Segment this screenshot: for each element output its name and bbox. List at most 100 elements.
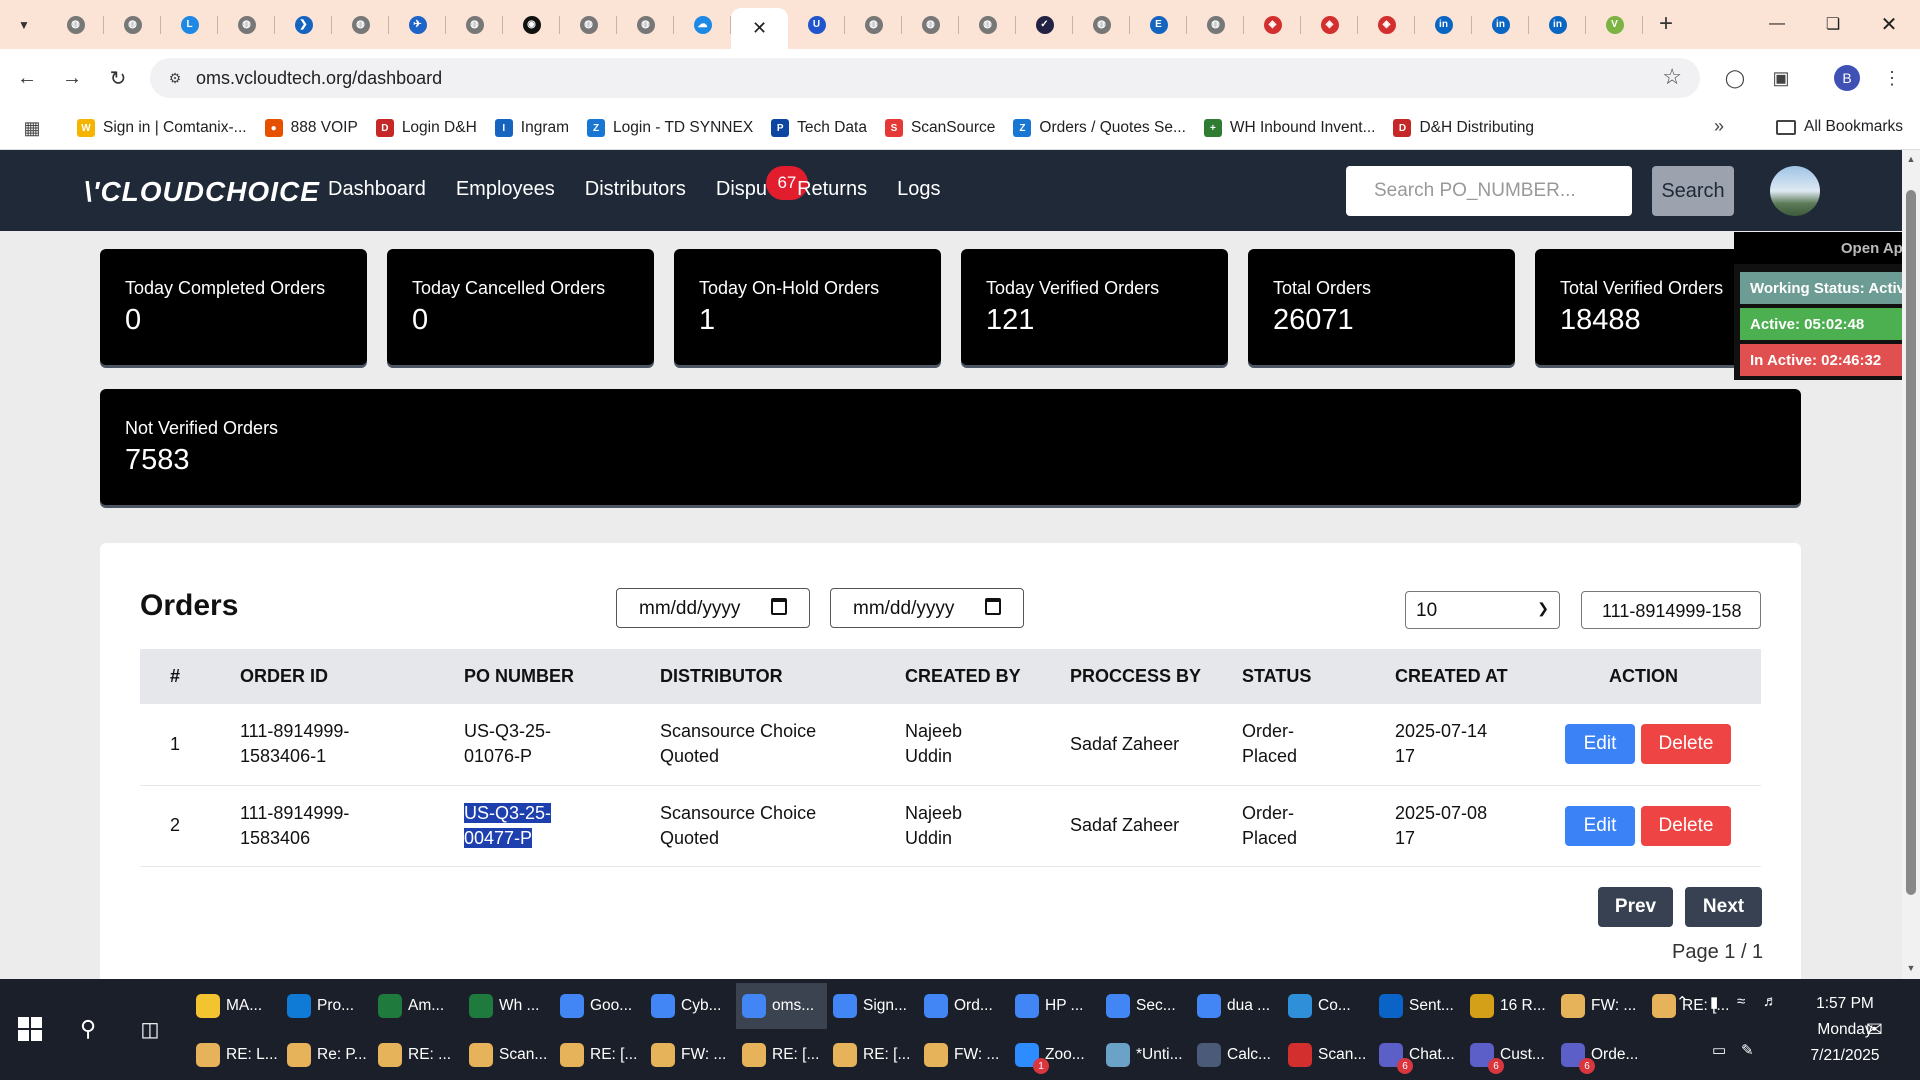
taskbar-app[interactable]: FW: ... xyxy=(918,1032,1009,1078)
taskbar-app[interactable]: Chat... 6 xyxy=(1373,1032,1464,1078)
cell-po-number[interactable]: US-Q3-25- 01076-P xyxy=(464,704,660,785)
cloudchoice-logo[interactable]: \'CLOUDCHOICE xyxy=(84,176,320,208)
browser-tab[interactable]: V xyxy=(1586,8,1643,41)
browser-tab[interactable]: ◈ xyxy=(1301,8,1358,41)
browser-tab[interactable]: ◍ xyxy=(902,8,959,41)
bookmark-item[interactable]: D D&H Distributing xyxy=(1393,115,1534,141)
order-filter-input[interactable]: 111-8914999-158 xyxy=(1581,591,1761,629)
browser-tab[interactable]: E xyxy=(1130,8,1187,41)
taskbar-app[interactable]: oms... xyxy=(736,983,827,1029)
taskbar-app[interactable]: Wh ... xyxy=(463,983,554,1029)
browser-menu-icon[interactable]: ⋮ xyxy=(1877,63,1907,93)
browser-tab[interactable]: ◍ xyxy=(332,8,389,41)
scroll-thumb[interactable] xyxy=(1906,190,1916,895)
taskbar-app[interactable]: *Unti... xyxy=(1100,1032,1191,1078)
browser-tab[interactable]: ◍ xyxy=(1187,8,1244,41)
browser-tab[interactable]: in xyxy=(1472,8,1529,41)
extensions-icon[interactable]: ▣ xyxy=(1766,63,1796,93)
delete-button[interactable]: Delete xyxy=(1641,724,1731,765)
prev-page-button[interactable]: Prev xyxy=(1598,887,1673,927)
page-scrollbar[interactable]: ▲ ▼ xyxy=(1902,150,1920,979)
bookmark-item[interactable]: S ScanSource xyxy=(884,115,995,141)
search-button[interactable]: Search xyxy=(1652,166,1734,216)
browser-tab[interactable]: ◉ xyxy=(503,8,560,41)
taskbar-app[interactable]: MA... xyxy=(190,983,281,1029)
taskbar-app[interactable]: Calc... xyxy=(1191,1032,1282,1078)
page-size-select[interactable]: 10 ❯ xyxy=(1405,591,1560,629)
bookmark-item[interactable]: + WH Inbound Invent... xyxy=(1203,115,1375,141)
scroll-down-arrow-icon[interactable]: ▼ xyxy=(1906,963,1916,973)
taskbar-app[interactable]: Ord... xyxy=(918,983,1009,1029)
taskbar-app[interactable]: RE: L... xyxy=(190,1032,281,1078)
open-app-link[interactable]: Open App xyxy=(1734,232,1920,264)
notifications-icon[interactable]: ✉ xyxy=(1866,1017,1883,1042)
browser-tab[interactable]: in xyxy=(1529,8,1586,41)
bookmark-item[interactable]: D Login D&H xyxy=(375,115,477,141)
taskbar-app[interactable]: Scan... xyxy=(1282,1032,1373,1078)
bookmark-item[interactable]: I Ingram xyxy=(494,115,569,141)
restore-button[interactable]: ❏ xyxy=(1810,8,1856,40)
display-icon[interactable]: ▭ xyxy=(1712,1041,1726,1059)
taskbar-app[interactable]: RE: [... xyxy=(827,1032,918,1078)
bookmark-item[interactable]: P Tech Data xyxy=(771,115,867,141)
taskbar-app[interactable]: Co... xyxy=(1282,983,1373,1029)
browser-tab[interactable]: ◍ xyxy=(959,8,1016,41)
site-settings-icon[interactable]: ⚙ xyxy=(164,67,186,89)
bookmark-item[interactable]: W Sign in | Comtanix-... xyxy=(77,115,247,141)
delete-button[interactable]: Delete xyxy=(1641,805,1731,846)
bookmark-star-icon[interactable]: ☆ xyxy=(1662,64,1682,90)
taskbar-app[interactable]: Cust... 6 xyxy=(1464,1032,1555,1078)
taskbar-app[interactable]: Am... xyxy=(372,983,463,1029)
browser-tab[interactable]: ◍ xyxy=(1073,8,1130,41)
bookmark-item[interactable]: Z Login - TD SYNNEX xyxy=(587,115,753,141)
taskbar-app[interactable]: 16 R... xyxy=(1464,983,1555,1029)
cell-po-number[interactable]: US-Q3-25- 00477-P xyxy=(464,785,660,866)
scroll-up-arrow-icon[interactable]: ▲ xyxy=(1906,154,1916,164)
forward-button[interactable]: → xyxy=(57,63,87,93)
browser-tab[interactable]: ◍ xyxy=(446,8,503,41)
close-window-button[interactable]: ✕ xyxy=(1866,8,1912,40)
browser-tab[interactable]: ❯ xyxy=(275,8,332,41)
date-from-input[interactable]: mm/dd/yyyy xyxy=(616,588,810,628)
browser-tab[interactable]: ◍ xyxy=(617,8,674,41)
edit-button[interactable]: Edit xyxy=(1565,805,1635,846)
browser-tab[interactable]: ☁ xyxy=(674,8,731,41)
taskbar-app[interactable]: Zoo... 1 xyxy=(1009,1032,1100,1078)
nav-returns[interactable]: Returns xyxy=(797,178,867,201)
task-view-icon[interactable]: ◫ xyxy=(132,1011,168,1047)
calendar-icon[interactable] xyxy=(985,598,1001,615)
battery-icon[interactable]: ▮ xyxy=(1710,993,1718,1011)
system-clock[interactable]: 1:57 PM Monday 7/21/2025 xyxy=(1790,991,1900,1069)
taskbar-app[interactable]: Scan... xyxy=(463,1032,554,1078)
browser-tab[interactable]: ◍ xyxy=(47,8,104,41)
browser-tab[interactable]: ◍ xyxy=(104,8,161,41)
back-button[interactable]: ← xyxy=(12,63,42,93)
taskbar-app[interactable]: Goo... xyxy=(554,983,645,1029)
taskbar-app[interactable]: Sign... xyxy=(827,983,918,1029)
tab-search-chevron-icon[interactable]: ▼ xyxy=(12,13,36,37)
bookmark-item[interactable]: ● 888 VOIP xyxy=(264,115,358,141)
taskbar-app[interactable]: HP ... xyxy=(1009,983,1100,1029)
search-icon[interactable]: ⚲ xyxy=(70,1011,106,1047)
taskbar-app[interactable]: RE: ... xyxy=(372,1032,463,1078)
taskbar-app[interactable]: dua ... xyxy=(1191,983,1282,1029)
nav-employees[interactable]: Employees xyxy=(456,178,555,201)
reload-button[interactable]: ↻ xyxy=(103,63,133,93)
browser-tab[interactable]: ◈ xyxy=(1244,8,1301,41)
taskbar-app[interactable]: RE: [... xyxy=(554,1032,645,1078)
calendar-icon[interactable] xyxy=(771,598,787,615)
taskbar-app[interactable]: FW: ... xyxy=(1555,983,1646,1029)
wifi-icon[interactable]: ≈ xyxy=(1737,993,1745,1010)
nav-logs[interactable]: Logs xyxy=(897,178,940,201)
nav-dashboard[interactable]: Dashboard xyxy=(328,178,426,201)
date-to-input[interactable]: mm/dd/yyyy xyxy=(830,588,1024,628)
user-avatar[interactable] xyxy=(1770,166,1820,216)
taskbar-app[interactable]: Re: P... xyxy=(281,1032,372,1078)
browser-tab[interactable]: in xyxy=(1415,8,1472,41)
apps-grid-icon[interactable]: ▦ xyxy=(20,116,44,140)
taskbar-app[interactable]: RE: [... xyxy=(1646,983,1737,1029)
taskbar-app[interactable]: Orde... 6 xyxy=(1555,1032,1646,1078)
browser-tab[interactable]: L xyxy=(161,8,218,41)
browser-tab[interactable]: ✓ xyxy=(1016,8,1073,41)
edit-button[interactable]: Edit xyxy=(1565,724,1635,765)
